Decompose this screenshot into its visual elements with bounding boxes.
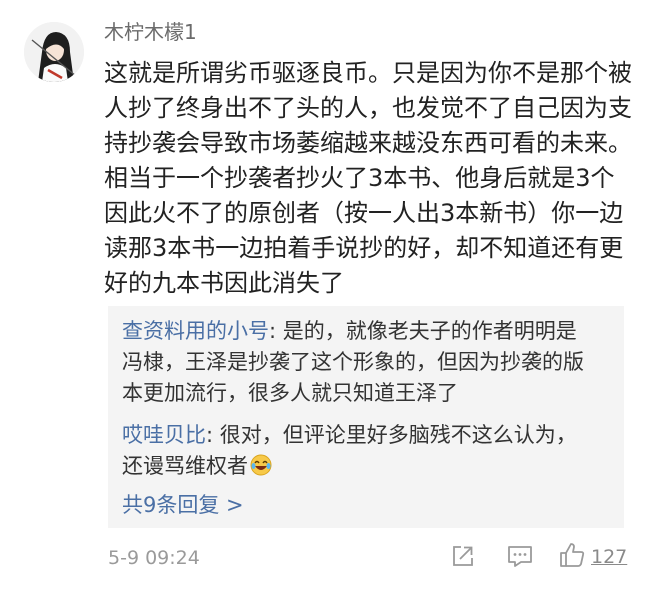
reply-username[interactable]: 哎哇贝比 bbox=[122, 423, 206, 447]
comment-line: 好的九本书因此消失了 bbox=[104, 269, 344, 297]
avatar-illustration bbox=[24, 22, 84, 82]
reply-text: 很对，但评论里好多脑残不这么认为， bbox=[219, 423, 577, 447]
username[interactable]: 木柠木檬1 bbox=[104, 18, 197, 46]
reply-text: 还谩骂维权者 bbox=[122, 454, 248, 478]
reply-item[interactable]: 哎哇贝比: 很对，但评论里好多脑残不这么认为， 还谩骂维权者 bbox=[122, 420, 618, 485]
comment-line: 持抄袭会导致市场萎缩越来越没东西可看的未来。 bbox=[104, 129, 632, 157]
comment-body: 这就是所谓劣币驱逐良币。只是因为你不是那个被 人抄了终身出不了头的人，也发觉不了… bbox=[104, 56, 644, 301]
reply-text: 是的，就像老夫子的作者明明是 bbox=[282, 319, 577, 343]
like-count[interactable]: 127 bbox=[591, 545, 627, 569]
reply-item[interactable]: 查资料用的小号: 是的，就像老夫子的作者明明是 冯棣，王泽是抄袭了这个形象的，但… bbox=[122, 316, 618, 409]
reply-line: 本更加流行，很多人就只知道王泽了 bbox=[122, 381, 458, 405]
comment-line: 这就是所谓劣币驱逐良币。只是因为你不是那个被 bbox=[104, 59, 632, 87]
comment-card: 木柠木檬1 这就是所谓劣币驱逐良币。只是因为你不是那个被 人抄了终身出不了头的人… bbox=[0, 0, 660, 591]
reply-line: 冯棣，王泽是抄袭了这个形象的，但因为抄袭的版 bbox=[122, 350, 584, 374]
reply-separator: : bbox=[206, 423, 220, 447]
replies-panel: 查资料用的小号: 是的，就像老夫子的作者明明是 冯棣，王泽是抄袭了这个形象的，但… bbox=[108, 306, 624, 528]
laughing-tears-emoji-icon bbox=[250, 454, 272, 485]
timestamp: 5-9 09:24 bbox=[108, 547, 200, 569]
reply-line: 查资料用的小号: 是的，就像老夫子的作者明明是 bbox=[122, 316, 618, 347]
reply-separator: : bbox=[269, 319, 283, 343]
thumbs-up-icon[interactable] bbox=[558, 541, 586, 569]
reply-line: 还谩骂维权者 bbox=[122, 451, 618, 485]
comment-line: 相当于一个抄袭者抄火了3本书、他身后就是3个 bbox=[104, 164, 615, 192]
message-icon[interactable] bbox=[507, 544, 533, 568]
reply-username[interactable]: 查资料用的小号 bbox=[122, 319, 269, 343]
comment-line: 因此火不了的原创者（按一人出3本新书）你一边 bbox=[104, 199, 624, 227]
reply-line: 哎哇贝比: 很对，但评论里好多脑残不这么认为， bbox=[122, 420, 618, 451]
comment-line: 读那3本书一边拍着手说抄的好，却不知道还有更 bbox=[104, 234, 624, 262]
avatar[interactable] bbox=[24, 22, 84, 82]
share-icon[interactable] bbox=[451, 544, 475, 568]
comment-line: 人抄了终身出不了头的人，也发觉不了自己因为支 bbox=[104, 94, 632, 122]
view-all-replies-link[interactable]: 共9条回复 > bbox=[122, 490, 244, 520]
